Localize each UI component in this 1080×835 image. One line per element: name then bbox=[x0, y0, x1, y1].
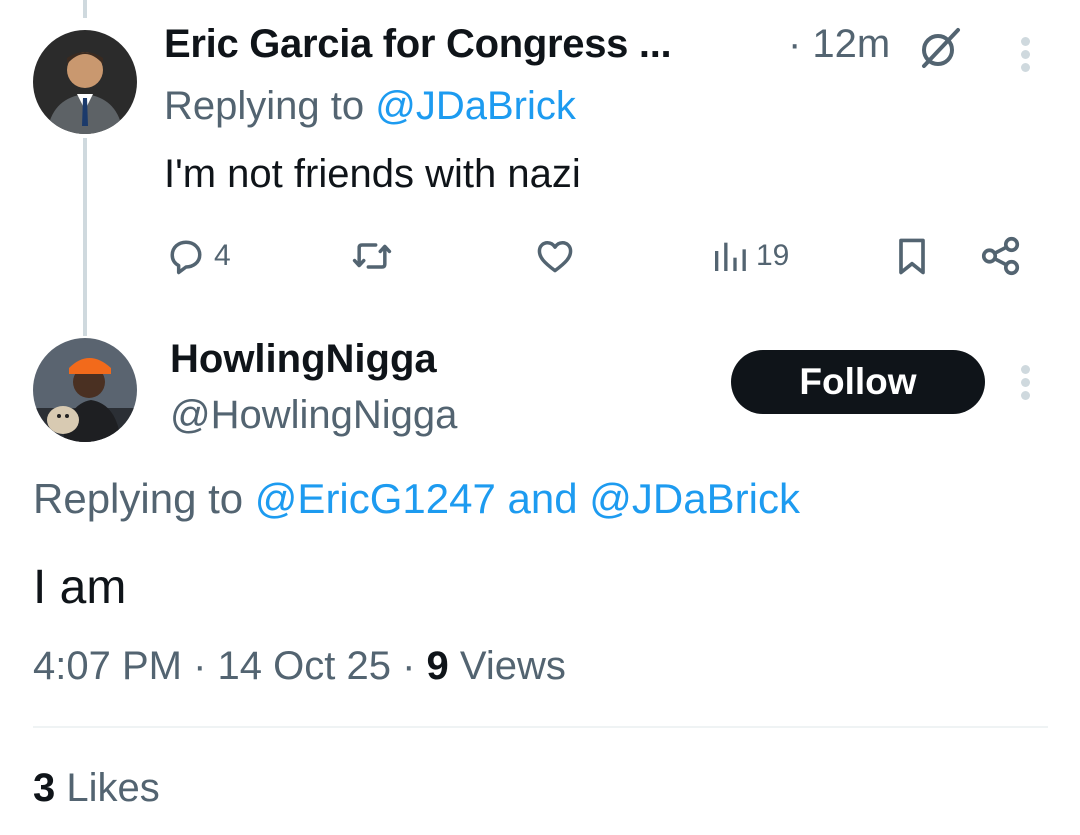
reply-count: 4 bbox=[214, 239, 231, 272]
avatar[interactable] bbox=[33, 30, 137, 134]
views-label: Views bbox=[448, 644, 566, 688]
divider bbox=[33, 726, 1048, 728]
thread-line bbox=[83, 138, 87, 336]
repost-button[interactable] bbox=[348, 228, 402, 284]
tweet-text: I'm not friends with nazi bbox=[164, 152, 581, 196]
views-count: 9 bbox=[426, 644, 449, 688]
bookmark-button[interactable] bbox=[890, 228, 934, 284]
heart-icon bbox=[537, 241, 573, 273]
username[interactable]: @HowlingNigga bbox=[170, 393, 457, 438]
mention-link[interactable]: @JDaBrick bbox=[375, 84, 576, 128]
timestamp[interactable]: · 12m bbox=[788, 22, 890, 67]
share-button[interactable] bbox=[978, 228, 1024, 284]
reply-icon bbox=[170, 240, 202, 275]
display-name[interactable]: Eric Garcia for Congress ... bbox=[164, 22, 672, 67]
likes-label: Likes bbox=[55, 766, 160, 810]
timestamp[interactable]: 4:07 PM · 14 Oct 25 · bbox=[33, 644, 427, 688]
tweet-meta: 4:07 PM · 14 Oct 25 · 9 Views bbox=[33, 644, 566, 689]
share-icon bbox=[981, 236, 1020, 276]
more-icon[interactable] bbox=[1016, 362, 1036, 402]
likes-count: 3 bbox=[33, 766, 56, 810]
mention-link[interactable]: @EricG1247 bbox=[255, 475, 496, 522]
replying-prefix: Replying to bbox=[33, 475, 255, 522]
mention-link[interactable]: @JDaBrick bbox=[589, 475, 800, 522]
replying-to: Replying to @JDaBrick bbox=[164, 84, 576, 129]
repost-icon bbox=[352, 243, 392, 269]
replying-and: and bbox=[495, 475, 590, 522]
views-count: 19 bbox=[756, 239, 790, 272]
display-name[interactable]: HowlingNigga bbox=[170, 337, 437, 382]
grok-icon[interactable] bbox=[914, 24, 964, 74]
replying-to: Replying to @EricG1247 and @JDaBrick bbox=[33, 475, 800, 523]
reply-button[interactable]: 4 bbox=[164, 228, 231, 284]
like-button[interactable] bbox=[532, 228, 584, 284]
views-button[interactable]: 19 bbox=[710, 228, 789, 284]
likes-link[interactable]: 3 Likes bbox=[33, 766, 160, 811]
more-icon[interactable] bbox=[1016, 34, 1036, 74]
tweet-text: I am bbox=[33, 561, 127, 614]
avatar[interactable] bbox=[33, 338, 137, 442]
replying-prefix: Replying to bbox=[164, 84, 376, 128]
views-icon bbox=[715, 242, 746, 271]
follow-button[interactable]: Follow bbox=[731, 350, 985, 414]
bookmark-icon bbox=[899, 238, 925, 275]
thread-line bbox=[83, 0, 87, 18]
